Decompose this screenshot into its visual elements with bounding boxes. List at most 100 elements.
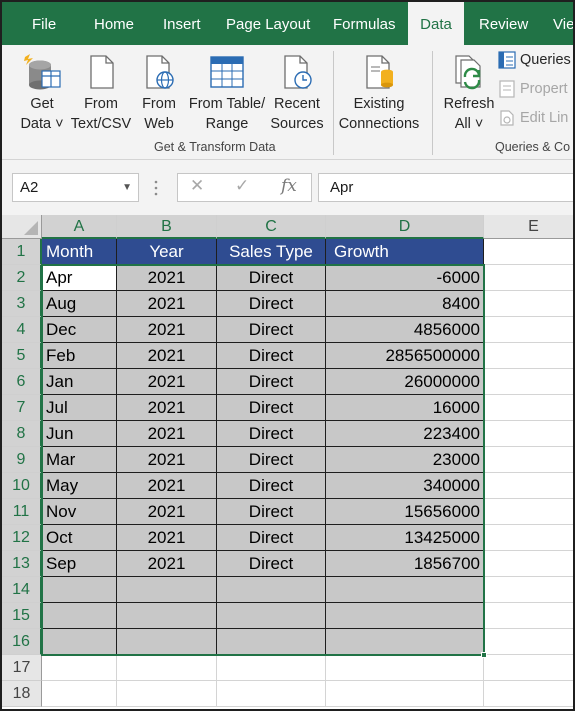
column-header-b[interactable]: B	[117, 215, 217, 239]
column-header-a[interactable]: A	[42, 215, 117, 239]
empty-cell[interactable]	[117, 603, 217, 629]
tab-page-layout[interactable]: Page Layout	[226, 2, 310, 45]
empty-cell[interactable]	[484, 603, 573, 629]
empty-cell[interactable]	[484, 317, 573, 343]
empty-cell[interactable]	[484, 421, 573, 447]
name-box[interactable]: A2 ▼	[12, 173, 139, 202]
table-cell[interactable]: 2021	[117, 421, 217, 447]
empty-cell[interactable]	[217, 681, 326, 707]
refresh-all-button[interactable]: Refresh All ˅	[440, 45, 498, 137]
chevron-down-icon[interactable]: ▼	[122, 174, 132, 201]
empty-cell[interactable]	[117, 629, 217, 655]
row-header-7[interactable]: 7	[2, 395, 42, 421]
table-cell[interactable]: 223400	[326, 421, 484, 447]
row-header-9[interactable]: 9	[2, 447, 42, 473]
empty-cell[interactable]	[326, 577, 484, 603]
table-cell[interactable]: Aug	[42, 291, 117, 317]
row-header-4[interactable]: 4	[2, 317, 42, 343]
table-cell[interactable]: 8400	[326, 291, 484, 317]
table-cell[interactable]: Jan	[42, 369, 117, 395]
empty-cell[interactable]	[484, 265, 573, 291]
column-header-d[interactable]: D	[326, 215, 484, 239]
empty-cell[interactable]	[484, 499, 573, 525]
tab-file[interactable]: File	[32, 2, 56, 45]
select-all-button[interactable]	[2, 215, 42, 239]
empty-cell[interactable]	[484, 551, 573, 577]
table-cell[interactable]: 340000	[326, 473, 484, 499]
table-cell[interactable]: 2021	[117, 525, 217, 551]
table-header-cell[interactable]: Growth	[326, 239, 484, 265]
empty-cell[interactable]	[484, 629, 573, 655]
empty-cell[interactable]	[117, 681, 217, 707]
table-cell[interactable]: 2021	[117, 291, 217, 317]
empty-cell[interactable]	[484, 525, 573, 551]
empty-cell[interactable]	[326, 629, 484, 655]
empty-cell[interactable]	[117, 655, 217, 681]
row-header-11[interactable]: 11	[2, 499, 42, 525]
table-header-cell[interactable]: Year	[117, 239, 217, 265]
edit-links-button[interactable]: Edit Lin	[498, 109, 568, 131]
table-cell[interactable]: Direct	[217, 447, 326, 473]
empty-cell[interactable]	[217, 577, 326, 603]
table-cell[interactable]: May	[42, 473, 117, 499]
get-data-button[interactable]: Get Data ˅	[12, 45, 72, 137]
empty-cell[interactable]	[217, 655, 326, 681]
formula-input[interactable]: Apr	[318, 173, 573, 202]
table-cell[interactable]: 2021	[117, 551, 217, 577]
table-cell[interactable]: Direct	[217, 551, 326, 577]
empty-cell[interactable]	[326, 655, 484, 681]
from-text-csv-button[interactable]: From Text/CSV	[69, 45, 133, 137]
table-cell[interactable]: Mar	[42, 447, 117, 473]
drag-handle-icon[interactable]	[153, 179, 159, 197]
queries-connections-button[interactable]: Queries	[498, 51, 571, 73]
row-header-16[interactable]: 16	[2, 629, 42, 655]
table-cell[interactable]: Direct	[217, 291, 326, 317]
existing-connections-button[interactable]: Existing Connections	[336, 45, 422, 137]
empty-cell[interactable]	[484, 369, 573, 395]
tab-data[interactable]: Data	[408, 2, 464, 45]
table-cell[interactable]: 2021	[117, 317, 217, 343]
empty-cell[interactable]	[42, 629, 117, 655]
empty-cell[interactable]	[484, 395, 573, 421]
table-cell[interactable]: -6000	[326, 265, 484, 291]
table-cell[interactable]: 2021	[117, 369, 217, 395]
table-cell[interactable]: Sep	[42, 551, 117, 577]
tab-insert[interactable]: Insert	[163, 2, 201, 45]
table-cell[interactable]: 2856500000	[326, 343, 484, 369]
table-cell[interactable]: Apr	[42, 265, 117, 291]
empty-cell[interactable]	[117, 577, 217, 603]
table-cell[interactable]: Direct	[217, 395, 326, 421]
row-header-14[interactable]: 14	[2, 577, 42, 603]
row-header-6[interactable]: 6	[2, 369, 42, 395]
table-cell[interactable]: 13425000	[326, 525, 484, 551]
table-cell[interactable]: 2021	[117, 499, 217, 525]
enter-icon[interactable]: ✓	[235, 176, 249, 196]
empty-cell[interactable]	[484, 655, 573, 681]
table-cell[interactable]: Oct	[42, 525, 117, 551]
table-cell[interactable]: 16000	[326, 395, 484, 421]
row-header-17[interactable]: 17	[2, 655, 42, 681]
fill-handle[interactable]	[481, 652, 487, 658]
table-cell[interactable]: 2021	[117, 265, 217, 291]
column-header-c[interactable]: C	[217, 215, 326, 239]
empty-cell[interactable]	[42, 603, 117, 629]
table-cell[interactable]: Direct	[217, 369, 326, 395]
table-cell[interactable]: Direct	[217, 473, 326, 499]
table-cell[interactable]: 2021	[117, 447, 217, 473]
table-cell[interactable]: 2021	[117, 395, 217, 421]
empty-cell[interactable]	[42, 681, 117, 707]
empty-cell[interactable]	[42, 655, 117, 681]
table-cell[interactable]: Direct	[217, 499, 326, 525]
row-header-5[interactable]: 5	[2, 343, 42, 369]
tab-view[interactable]: Vie	[553, 2, 573, 45]
from-web-button[interactable]: From Web	[136, 45, 182, 137]
empty-cell[interactable]	[484, 343, 573, 369]
table-cell[interactable]: Jun	[42, 421, 117, 447]
cancel-icon[interactable]: ✕	[190, 176, 204, 196]
row-header-8[interactable]: 8	[2, 421, 42, 447]
empty-cell[interactable]	[484, 291, 573, 317]
table-cell[interactable]: Direct	[217, 265, 326, 291]
table-cell[interactable]: Feb	[42, 343, 117, 369]
row-header-12[interactable]: 12	[2, 525, 42, 551]
table-header-cell[interactable]: Sales Type	[217, 239, 326, 265]
